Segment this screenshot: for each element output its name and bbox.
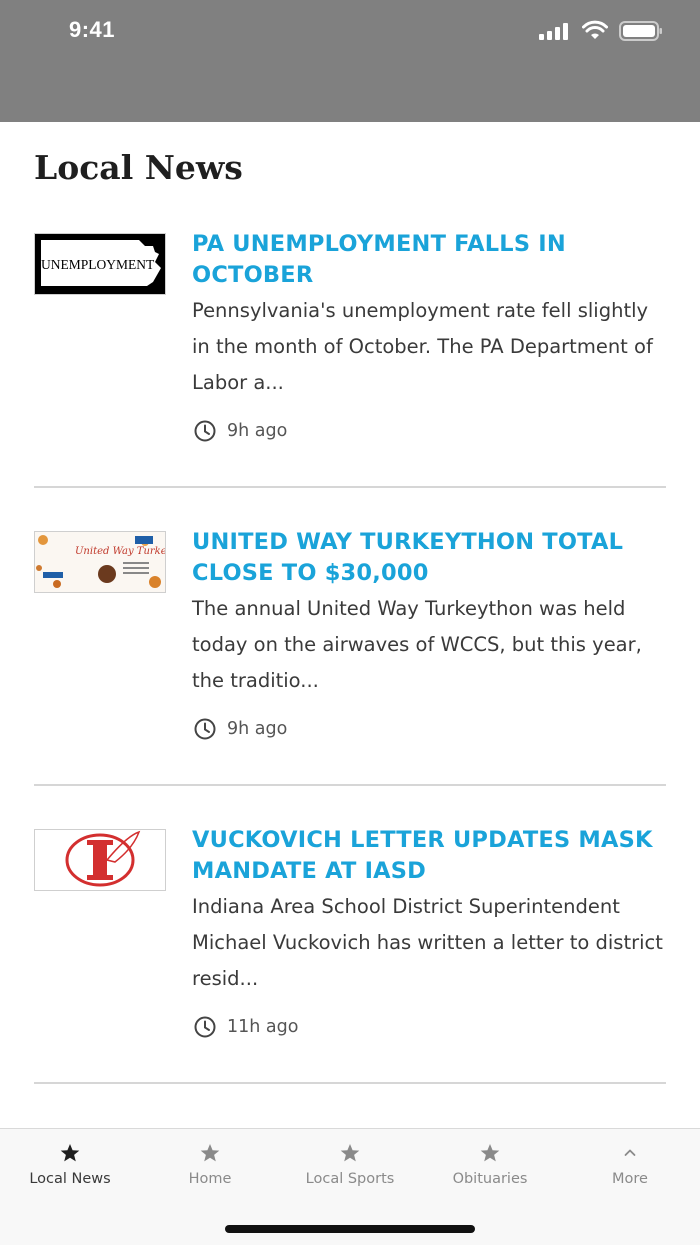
cellular-signal-icon (539, 23, 568, 40)
clock-icon (194, 1016, 216, 1038)
tab-label: Home (188, 1171, 232, 1187)
tab-label: Obituaries (452, 1171, 528, 1187)
chevron-up-icon (624, 1149, 636, 1156)
tab-label: Local News (29, 1171, 111, 1187)
article-time: 9h ago (227, 421, 288, 441)
article-item[interactable]: United Way Turkeython UNITED WAY TURKEYT… (0, 529, 700, 829)
article-meta: 11h ago (193, 1015, 298, 1039)
article-title[interactable]: UNITED WAY TURKEYTHON TOTAL CLOSE TO $30… (192, 527, 672, 589)
page-title: Local News (34, 148, 243, 187)
article-meta: 9h ago (193, 717, 287, 741)
article-summary: Indiana Area School District Superintend… (192, 895, 663, 990)
clock-icon (194, 420, 216, 442)
battery-icon (619, 21, 662, 41)
article-summary: Pennsylvania's unemployment rate fell sl… (192, 299, 653, 394)
tab-more[interactable]: More (560, 1129, 700, 1199)
star-icon (200, 1144, 220, 1162)
star-icon (480, 1144, 500, 1162)
indiana-logo-image (35, 830, 165, 890)
divider (34, 784, 666, 786)
article-summary: The annual United Way Turkeython was hel… (192, 597, 642, 692)
article-thumbnail[interactable]: United Way Turkeython (34, 531, 166, 593)
tab-local-news[interactable]: Local News (0, 1129, 140, 1199)
star-icon (340, 1144, 360, 1162)
article-thumbnail[interactable] (34, 829, 166, 891)
article-title[interactable]: PA UNEMPLOYMENT FALLS IN OCTOBER (192, 229, 672, 291)
tab-label: Local Sports (305, 1171, 395, 1187)
article-thumbnail[interactable]: UNEMPLOYMENT (34, 233, 166, 295)
tab-local-sports[interactable]: Local Sports (280, 1129, 420, 1199)
tab-home[interactable]: Home (140, 1129, 280, 1199)
article-item[interactable]: UNEMPLOYMENT PA UNEMPLOYMENT FALLS IN OC… (0, 231, 700, 531)
svg-text:UNEMPLOYMENT: UNEMPLOYMENT (41, 257, 155, 272)
tab-label: More (612, 1171, 648, 1187)
svg-text:United Way Turkeython: United Way Turkeython (75, 546, 165, 557)
wifi-icon (582, 20, 608, 39)
clock-icon (194, 718, 216, 740)
united-way-turkeython-image: United Way Turkeython (35, 532, 165, 592)
app-header: 9:41 (0, 0, 700, 122)
status-time: 9:41 (69, 17, 116, 42)
home-indicator[interactable] (225, 1225, 475, 1233)
article-time: 9h ago (227, 719, 288, 739)
article-meta: 9h ago (193, 419, 287, 443)
pennsylvania-map-image: UNEMPLOYMENT (35, 234, 165, 294)
divider (34, 1082, 666, 1084)
tab-obituaries[interactable]: Obituaries (420, 1129, 560, 1199)
star-icon (60, 1144, 80, 1162)
divider (34, 486, 666, 488)
article-item[interactable]: VUCKOVICH LETTER UPDATES MASK MANDATE AT… (0, 827, 700, 1127)
article-title[interactable]: VUCKOVICH LETTER UPDATES MASK MANDATE AT… (192, 825, 672, 887)
article-time: 11h ago (227, 1017, 299, 1037)
